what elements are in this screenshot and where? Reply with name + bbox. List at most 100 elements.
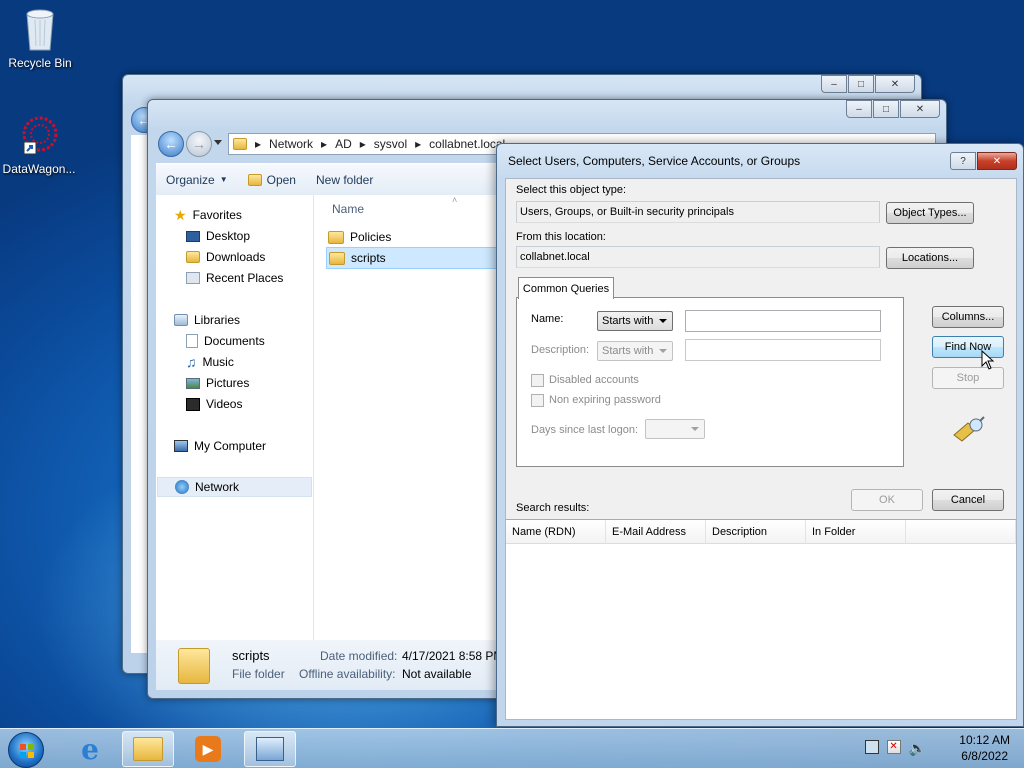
- description-input[interactable]: [685, 339, 881, 361]
- ok-button[interactable]: OK: [851, 489, 923, 511]
- close-button[interactable]: ✕: [875, 75, 915, 93]
- breadcrumb-separator[interactable]: ▸: [360, 137, 366, 151]
- column-header-in-folder[interactable]: In Folder: [806, 520, 906, 544]
- nav-music-label: Music: [202, 355, 234, 369]
- back-button[interactable]: ←: [158, 131, 184, 157]
- window-controls: – □ ✕: [820, 75, 915, 93]
- file-item-policies[interactable]: Policies: [328, 227, 391, 247]
- nav-computer-label: My Computer: [194, 439, 267, 453]
- disabled-accounts-checkbox[interactable]: [531, 374, 544, 387]
- nav-videos[interactable]: Videos: [186, 394, 242, 414]
- minimize-button[interactable]: –: [821, 75, 847, 93]
- directory-admin-icon: [256, 737, 284, 761]
- nav-my-computer[interactable]: My Computer: [174, 436, 266, 456]
- breadcrumb-collabnet[interactable]: collabnet.local: [429, 137, 505, 151]
- nav-desktop[interactable]: Desktop: [186, 226, 250, 246]
- breadcrumb-sysvol[interactable]: sysvol: [374, 137, 407, 151]
- action-center-flag-icon[interactable]: ✕: [886, 740, 901, 754]
- nav-pictures-label: Pictures: [206, 376, 250, 390]
- description-label: Description:: [531, 344, 590, 356]
- nav-network[interactable]: Network: [157, 477, 312, 497]
- name-input[interactable]: [685, 310, 881, 332]
- column-header-name-rdn[interactable]: Name (RDN): [506, 520, 606, 544]
- minimize-button[interactable]: –: [846, 100, 872, 118]
- description-mode-value: Starts with: [602, 345, 654, 357]
- clock-date: 6/8/2022: [961, 749, 1008, 763]
- computer-icon: [174, 440, 188, 452]
- window-controls: – □ ✕: [845, 100, 940, 118]
- star-icon: ★: [174, 206, 187, 223]
- dialog-body: Select this object type: Users, Groups, …: [505, 178, 1017, 720]
- breadcrumb-separator[interactable]: ▸: [255, 137, 261, 151]
- new-folder-button[interactable]: New folder: [316, 173, 373, 187]
- breadcrumb-separator[interactable]: ▸: [321, 137, 327, 151]
- nav-music[interactable]: ♫ Music: [186, 352, 234, 372]
- select-users-dialog[interactable]: Select Users, Computers, Service Account…: [496, 143, 1024, 727]
- tab-common-queries[interactable]: Common Queries: [518, 277, 614, 299]
- new-folder-label: New folder: [315, 172, 374, 187]
- details-modified-value: 4/17/2021 8:58 PM: [402, 649, 504, 663]
- nav-downloads[interactable]: Downloads: [186, 247, 265, 267]
- taskbar-internet-explorer[interactable]: e: [64, 731, 116, 767]
- locations-button[interactable]: Locations...: [886, 247, 974, 269]
- network-tray-icon[interactable]: [864, 740, 879, 754]
- open-folder-icon: [247, 173, 262, 186]
- desktop-icon-datawagon[interactable]: DataWagon...: [0, 114, 79, 176]
- volume-icon[interactable]: 🔈: [909, 740, 926, 757]
- clock-time: 10:12 AM: [959, 733, 1010, 747]
- nav-documents[interactable]: Documents: [186, 331, 265, 351]
- nav-recent-label: Recent Places: [206, 271, 284, 285]
- days-since-logon-select[interactable]: [645, 419, 705, 439]
- maximize-button[interactable]: □: [873, 100, 899, 118]
- clock[interactable]: 10:12 AM 6/8/2022: [959, 732, 1010, 764]
- taskbar-media-player[interactable]: ▶: [182, 731, 234, 767]
- nav-libraries[interactable]: Libraries: [174, 310, 240, 330]
- start-button[interactable]: [8, 732, 44, 768]
- details-modified-label: Date modified:: [320, 649, 398, 663]
- column-header-description[interactable]: Description: [706, 520, 806, 544]
- large-folder-icon: [178, 648, 210, 684]
- desktop-icon-recycle-bin[interactable]: Recycle Bin: [0, 8, 80, 70]
- open-button[interactable]: Open: [247, 172, 296, 187]
- column-header-name[interactable]: Name: [332, 202, 364, 216]
- nav-desktop-label: Desktop: [206, 229, 251, 243]
- breadcrumb-network[interactable]: Network: [269, 137, 313, 151]
- nav-pictures[interactable]: Pictures: [186, 373, 249, 393]
- column-header-email[interactable]: E-Mail Address: [606, 520, 706, 544]
- non-expiring-password-checkbox[interactable]: [531, 394, 544, 407]
- breadcrumb-separator[interactable]: ▸: [415, 137, 421, 151]
- name-mode-select[interactable]: Starts with: [597, 311, 673, 331]
- breadcrumb-ad[interactable]: AD: [335, 137, 352, 151]
- system-tray-icons: ✕ 🔈: [864, 740, 926, 757]
- cancel-button[interactable]: Cancel: [932, 489, 1004, 511]
- open-label: Open: [266, 172, 296, 187]
- nav-favorites[interactable]: ★ Favorites: [174, 205, 242, 225]
- folder-icon: [329, 251, 345, 265]
- taskbar-windows-explorer[interactable]: [122, 731, 174, 767]
- pictures-icon: [186, 377, 200, 389]
- details-offline-label: Offline availability:: [299, 667, 396, 681]
- dialog-close-button[interactable]: ✕: [977, 152, 1017, 170]
- chevron-down-icon: [659, 319, 667, 323]
- columns-button[interactable]: Columns...: [932, 306, 1004, 328]
- help-button[interactable]: ?: [950, 152, 976, 170]
- description-mode-select[interactable]: Starts with: [597, 341, 673, 361]
- libraries-icon: [174, 314, 188, 326]
- desktop-icon-label: DataWagon...: [2, 162, 76, 176]
- close-button[interactable]: ✕: [900, 100, 940, 118]
- object-types-button[interactable]: Object Types...: [886, 202, 974, 224]
- nav-recent-places[interactable]: Recent Places: [186, 268, 283, 288]
- downloads-icon: [186, 251, 200, 263]
- history-dropdown-icon[interactable]: [214, 140, 222, 145]
- organize-menu[interactable]: Organize ▼: [166, 173, 228, 187]
- object-type-label: Select this object type:: [516, 184, 627, 196]
- name-mode-value: Starts with: [602, 315, 654, 327]
- nav-libraries-label: Libraries: [194, 313, 241, 327]
- nav-favorites-label: Favorites: [192, 208, 242, 222]
- maximize-button[interactable]: □: [848, 75, 874, 93]
- music-icon: ♫: [186, 354, 197, 370]
- taskbar-ad-users-computers[interactable]: [244, 731, 296, 767]
- forward-button[interactable]: →: [186, 131, 212, 157]
- disabled-accounts-label: Disabled accounts: [549, 374, 639, 386]
- search-results-list[interactable]: Name (RDN) E-Mail Address Description In…: [506, 519, 1016, 719]
